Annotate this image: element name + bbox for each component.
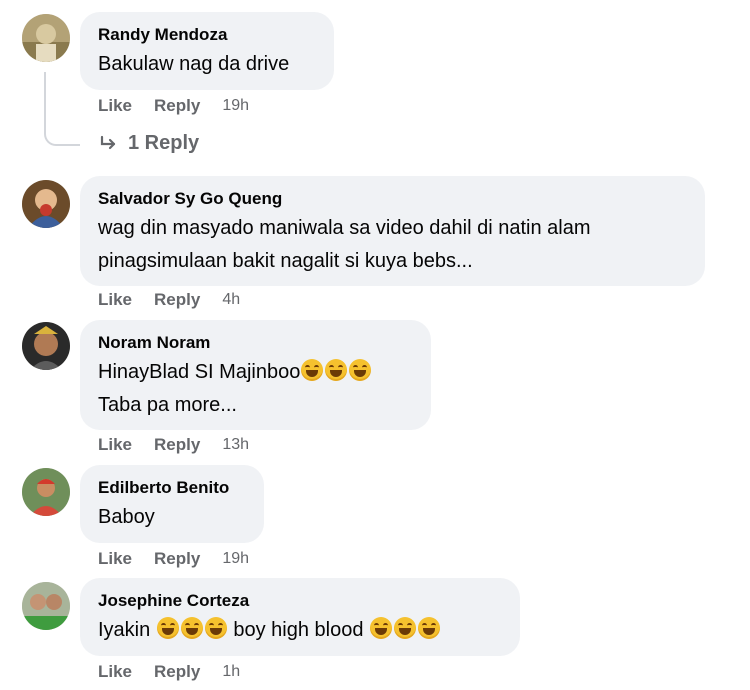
avatar-image [22, 14, 70, 62]
laughing-crying-emoji-icon [370, 617, 393, 639]
comment-bubble: Randy Mendoza Bakulaw nag da drive [80, 12, 334, 90]
comment-bubble: Noram Noram HinayBlad SI Majinboo Taba p… [80, 320, 431, 430]
laughing-emoji-icon [349, 359, 372, 381]
comment-author[interactable]: Randy Mendoza [98, 25, 316, 45]
like-button[interactable]: Like [98, 549, 132, 569]
avatar[interactable] [22, 582, 70, 630]
comment-actions: Like Reply 19h [98, 548, 249, 570]
view-replies-link[interactable]: 1 Reply [98, 132, 199, 155]
comment-timestamp[interactable]: 13h [222, 436, 249, 454]
comment-actions: Like Reply 19h [98, 95, 249, 117]
avatar-image [22, 322, 70, 370]
avatar-image [22, 468, 70, 516]
comment-text-segment: Iyakin [98, 619, 151, 641]
comment-text-segment: boy high blood [233, 619, 364, 641]
avatar[interactable] [22, 322, 70, 370]
comment-timestamp[interactable]: 1h [222, 663, 240, 681]
avatar-image [22, 582, 70, 630]
comment-timestamp[interactable]: 19h [222, 97, 249, 115]
laughing-crying-emoji-icon [394, 617, 417, 639]
comment-text: HinayBlad SI Majinboo [98, 358, 413, 387]
comment-text: pinagsimulaan bakit nagalit si kuya bebs… [98, 250, 473, 272]
comment-text: wag din masyado maniwala sa video dahil … [98, 217, 591, 239]
avatar[interactable] [22, 468, 70, 516]
comment-text-line: HinayBlad SI Majinboo [98, 361, 301, 383]
comment-bubble: Edilberto Benito Baboy [80, 465, 264, 543]
laughing-crying-emoji-icon [418, 617, 441, 639]
comment-actions: Like Reply 13h [98, 434, 249, 456]
reply-button[interactable]: Reply [154, 435, 200, 455]
like-button[interactable]: Like [98, 96, 132, 116]
laughing-emoji-icon [325, 359, 348, 381]
laughing-crying-emoji-icon [156, 617, 179, 639]
comment-author[interactable]: Edilberto Benito [98, 478, 246, 498]
comment-bubble: Salvador Sy Go Queng wag din masyado man… [80, 176, 705, 286]
comment-timestamp[interactable]: 19h [222, 550, 249, 568]
reply-button[interactable]: Reply [154, 290, 200, 310]
comment-author[interactable]: Salvador Sy Go Queng [98, 189, 687, 209]
like-button[interactable]: Like [98, 662, 132, 682]
comment-text: Taba pa more... [98, 394, 237, 416]
comment-text: Iyakin boy high blood [98, 616, 502, 645]
replies-count[interactable]: 1 Reply [128, 132, 199, 155]
reply-button[interactable]: Reply [154, 96, 200, 116]
laughing-crying-emoji-icon [180, 617, 203, 639]
comment-text: Bakulaw nag da drive [98, 53, 290, 75]
comment-actions: Like Reply 4h [98, 289, 240, 311]
comment-bubble: Josephine Corteza Iyakin boy high blood [80, 578, 520, 656]
reply-button[interactable]: Reply [154, 549, 200, 569]
like-button[interactable]: Like [98, 435, 132, 455]
comment-author[interactable]: Noram Noram [98, 333, 413, 353]
reply-button[interactable]: Reply [154, 662, 200, 682]
laughing-emoji-icon [301, 359, 324, 381]
like-button[interactable]: Like [98, 290, 132, 310]
thread-connector [44, 72, 80, 146]
laughing-crying-emoji-icon [204, 617, 227, 639]
comment-timestamp[interactable]: 4h [222, 291, 240, 309]
comment-author[interactable]: Josephine Corteza [98, 591, 502, 611]
avatar-image [22, 180, 70, 228]
comment-text: Baboy [98, 506, 155, 528]
avatar[interactable] [22, 180, 70, 228]
avatar[interactable] [22, 14, 70, 62]
comment-actions: Like Reply 1h [98, 661, 240, 683]
reply-arrow-icon [100, 135, 116, 149]
